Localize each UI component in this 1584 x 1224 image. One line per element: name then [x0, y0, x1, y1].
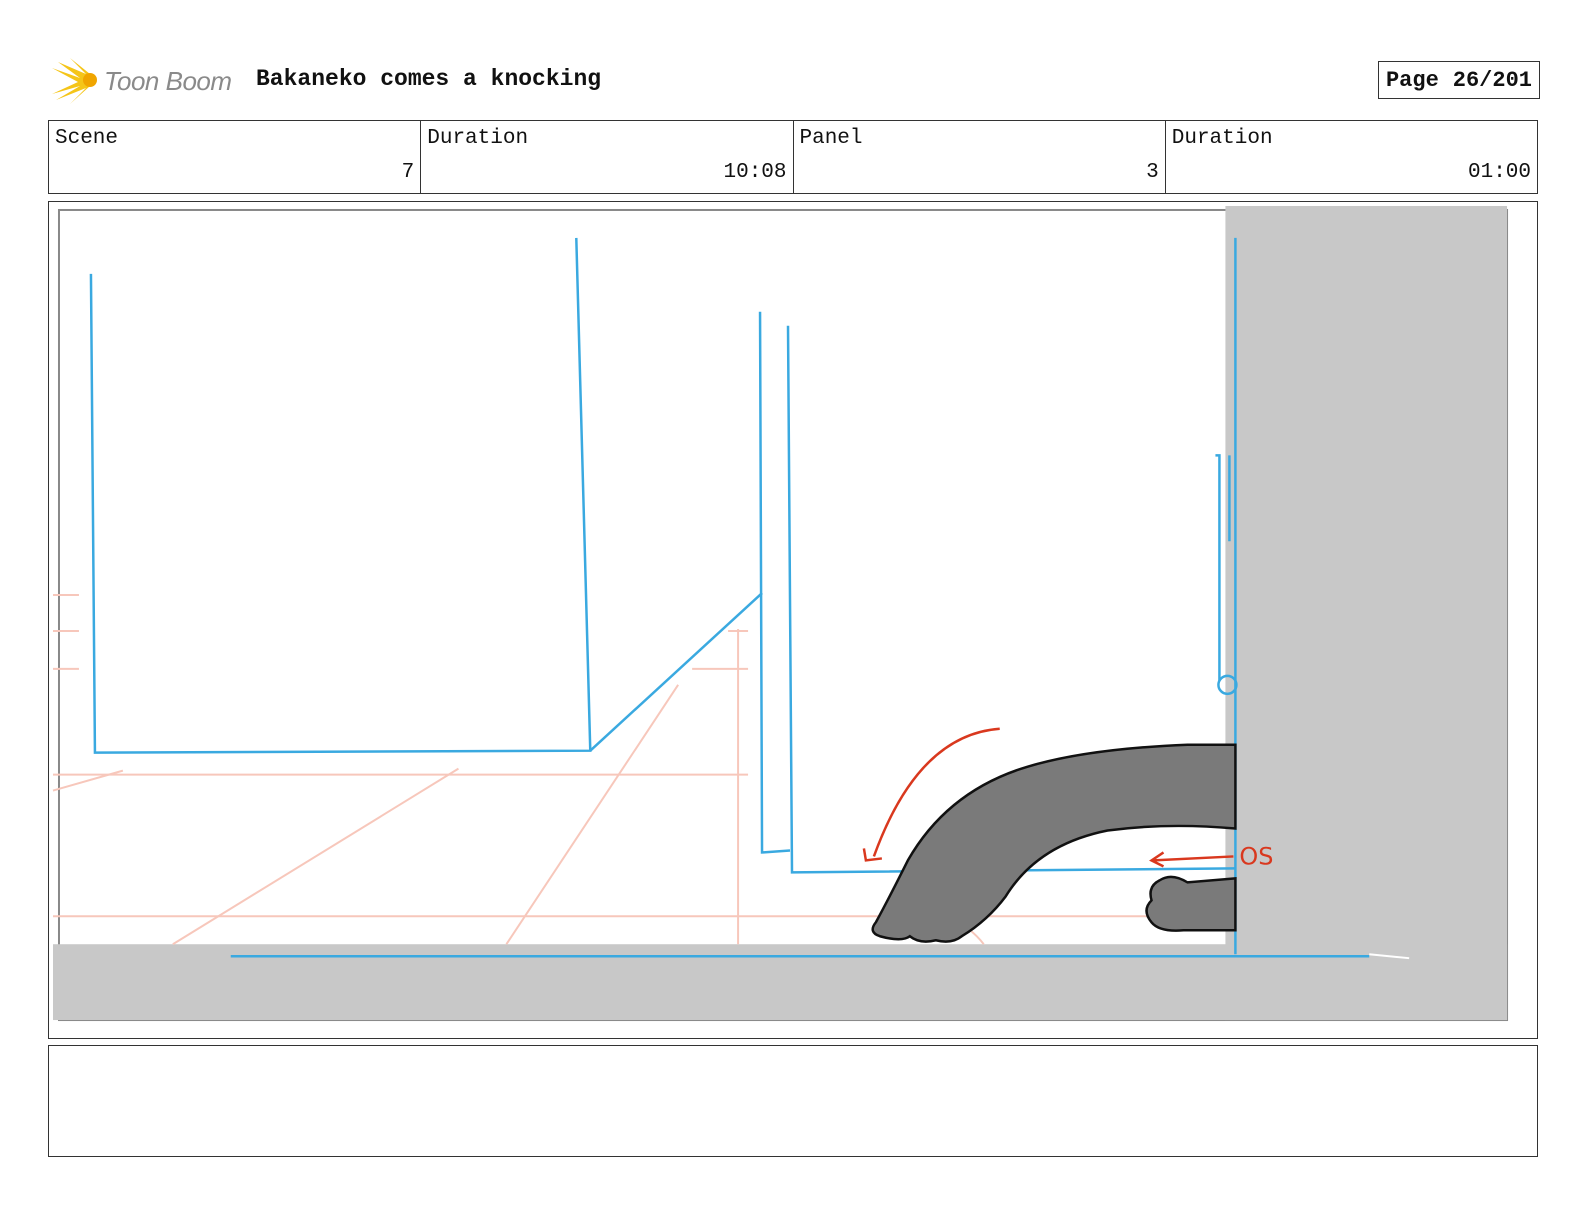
scene-value: 7 — [401, 161, 415, 184]
panel-cell: Panel 3 — [794, 121, 1166, 193]
page-indicator: Page 26/201 — [1377, 61, 1540, 99]
brand-name: Toon Boom — [104, 66, 232, 96]
starburst-logo-icon — [52, 58, 97, 104]
scene-label: Scene — [55, 127, 119, 150]
scene-info-row: Scene 7 Duration 10:08 Panel 3 Duration … — [48, 120, 1538, 194]
offscreen-annotation: OS — [1239, 842, 1273, 870]
panel-label: Panel — [799, 127, 863, 150]
panel-value: 3 — [1146, 161, 1159, 184]
wall-fill — [1225, 205, 1508, 1021]
page-label: Page — [1385, 67, 1439, 93]
page-number: 26/201 — [1452, 67, 1532, 93]
document-title: Bakaneko comes a knocking — [256, 66, 602, 92]
cat-paw-shape — [1145, 875, 1237, 932]
toon-boom-logo: Toon Boom — [50, 56, 240, 108]
panel-duration-label: Duration — [1171, 127, 1273, 150]
panel-duration-value: 01:00 — [1467, 161, 1531, 184]
panel-duration-cell: Duration 01:00 — [1166, 121, 1537, 193]
scene-duration-value: 10:08 — [723, 161, 787, 184]
page-header: Toon Boom Bakaneko comes a knocking Page… — [50, 52, 1540, 108]
scene-cell: Scene 7 — [49, 121, 422, 193]
scene-duration-label: Duration — [427, 127, 529, 150]
panel-notes-box[interactable] — [48, 1045, 1538, 1157]
panel-drawing: OS — [52, 205, 1509, 1022]
layout-lines — [89, 237, 1370, 958]
scene-duration-cell: Duration 10:08 — [421, 121, 794, 193]
storyboard-panel: OS — [48, 201, 1538, 1039]
